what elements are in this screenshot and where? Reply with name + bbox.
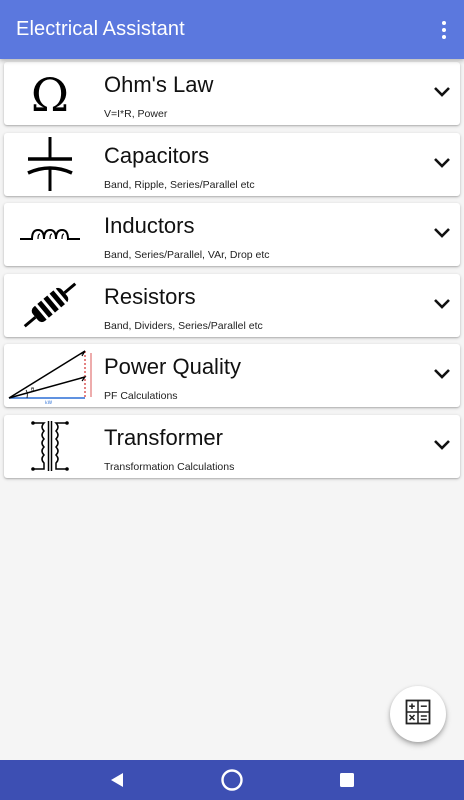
calculator-button[interactable] [390, 686, 446, 742]
more-vert-icon[interactable] [434, 12, 454, 48]
chevron-down-icon[interactable] [432, 223, 452, 243]
svg-text:Ω: Ω [31, 69, 69, 119]
back-icon[interactable] [102, 765, 132, 795]
card-title: Inductors [104, 213, 195, 238]
card-ohms-law[interactable]: Ω Ohm's Law V=I*R, Power [4, 62, 460, 125]
card-subtitle: PF Calculations [104, 390, 178, 402]
recents-icon[interactable] [332, 765, 362, 795]
chevron-down-icon[interactable] [432, 153, 452, 173]
system-nav-bar [0, 760, 464, 800]
card-title: Power Quality [104, 354, 241, 379]
chevron-down-icon[interactable] [432, 364, 452, 384]
chevron-down-icon[interactable] [432, 82, 452, 102]
svg-text:kW: kW [45, 400, 53, 405]
capacitor-icon [4, 133, 96, 196]
inductor-icon [4, 203, 96, 266]
chevron-down-icon[interactable] [432, 435, 452, 455]
card-subtitle: Transformation Calculations [104, 460, 235, 473]
card-resistors[interactable]: Resistors Band, Dividers, Series/Paralle… [4, 273, 460, 337]
card-power-quality[interactable]: θ kW Power Quality PF Calculations [4, 344, 460, 407]
resistor-icon [4, 274, 96, 337]
transformer-icon [4, 415, 96, 478]
chevron-down-icon[interactable] [432, 294, 452, 314]
app-bar: Electrical Assistant [0, 0, 464, 59]
home-icon[interactable] [217, 765, 247, 795]
category-list: Ω Ohm's Law V=I*R, Power Capacitors Band… [4, 62, 460, 485]
card-title: Resistors [104, 283, 196, 309]
card-title: Transformer [104, 424, 223, 450]
card-title: Ohm's Law [104, 72, 214, 97]
card-subtitle: Band, Series/Parallel, VAr, Drop etc [104, 249, 270, 261]
card-transformer[interactable]: Transformer Transformation Calculations [4, 414, 460, 478]
svg-text:θ: θ [31, 387, 34, 393]
calculator-icon [405, 699, 431, 730]
card-inductors[interactable]: Inductors Band, Series/Parallel, VAr, Dr… [4, 203, 460, 266]
app-title: Electrical Assistant [16, 18, 185, 40]
card-title: Capacitors [104, 142, 210, 168]
card-subtitle: V=I*R, Power [104, 108, 168, 120]
card-subtitle: Band, Ripple, Series/Parallel etc [104, 178, 255, 191]
card-capacitors[interactable]: Capacitors Band, Ripple, Series/Parallel… [4, 132, 460, 196]
card-subtitle: Band, Dividers, Series/Parallel etc [104, 319, 263, 332]
power-triangle-icon: θ kW [4, 344, 96, 407]
omega-icon: Ω [4, 62, 96, 125]
